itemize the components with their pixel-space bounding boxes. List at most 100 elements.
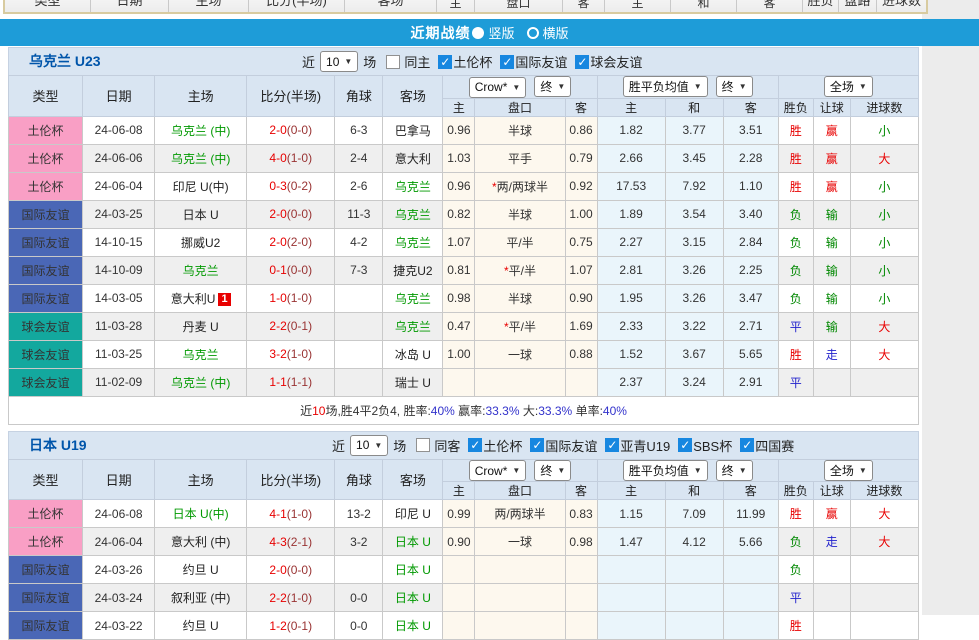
- win-loss-result: 负: [778, 556, 813, 584]
- home-team-link[interactable]: 约旦 U: [183, 619, 219, 633]
- corner-count: [335, 368, 383, 396]
- competition-checkbox-4[interactable]: ✓: [740, 438, 754, 452]
- half-time-score: (0-0): [287, 263, 312, 277]
- same-home-checkbox[interactable]: [386, 55, 400, 69]
- full-time-score: 2-0: [269, 123, 286, 137]
- away-team-link[interactable]: 乌克兰: [395, 208, 431, 222]
- handicap-result: [813, 612, 850, 640]
- win-loss-result: 胜: [778, 612, 813, 640]
- horizontal-layout-radio[interactable]: [527, 27, 539, 39]
- away-team-link[interactable]: 日本 U: [395, 563, 431, 577]
- handicap-result: 赢: [813, 116, 850, 144]
- handicap-result: [813, 368, 850, 396]
- competition-checkbox-0[interactable]: ✓: [468, 438, 482, 452]
- euro-draw-odds: 3.45: [665, 144, 723, 172]
- competition-checkbox-1[interactable]: ✓: [530, 438, 544, 452]
- vertical-layout-radio[interactable]: [472, 27, 484, 39]
- competition-type[interactable]: 国际友谊: [9, 556, 83, 584]
- handicap-result: 走: [813, 340, 850, 368]
- away-team-link[interactable]: 意大利: [395, 152, 431, 166]
- score: 2-2(1-0): [247, 584, 335, 612]
- home-team-link[interactable]: 日本 U(中): [173, 507, 229, 521]
- home-team-link[interactable]: 乌克兰 (中): [171, 124, 230, 138]
- away-team-link[interactable]: 冰岛 U: [395, 348, 431, 362]
- bookmaker-time-select[interactable]: 终▼: [534, 76, 571, 97]
- column-subheader: 进球数: [850, 482, 918, 500]
- competition-type[interactable]: 球会友谊: [9, 312, 83, 340]
- euro-away-odds: 1.10: [723, 172, 778, 200]
- away-team-link[interactable]: 日本 U: [395, 535, 431, 549]
- column-subheader: 主: [597, 482, 665, 500]
- away-team: 巴拿马: [383, 116, 443, 144]
- competition-checkbox-1[interactable]: ✓: [500, 55, 514, 69]
- competition-type[interactable]: 土伦杯: [9, 172, 83, 200]
- competition-type[interactable]: 国际友谊: [9, 200, 83, 228]
- column-header: 比分(半场): [247, 76, 335, 117]
- horizontal-layout-label[interactable]: 横版: [543, 23, 569, 42]
- competition-type[interactable]: 国际友谊: [9, 612, 83, 640]
- away-team-link[interactable]: 捷克U2: [393, 264, 432, 278]
- win-loss-result: 胜: [778, 500, 813, 528]
- competition-type[interactable]: 国际友谊: [9, 228, 83, 256]
- bookmaker-select[interactable]: Crow*▼: [469, 460, 527, 481]
- competition-checkbox-2[interactable]: ✓: [605, 438, 619, 452]
- away-team-link[interactable]: 日本 U: [395, 591, 431, 605]
- home-team-link[interactable]: 意大利 (中): [171, 535, 230, 549]
- home-team-link[interactable]: 叙利亚 (中): [171, 591, 230, 605]
- competition-type[interactable]: 土伦杯: [9, 500, 83, 528]
- recent-count-select[interactable]: 10▼: [350, 435, 388, 456]
- competition-type[interactable]: 国际友谊: [9, 256, 83, 284]
- half-time-score: (1-0): [287, 291, 312, 305]
- home-team-link[interactable]: 日本 U: [183, 208, 219, 222]
- away-team-link[interactable]: 瑞士 U: [395, 376, 431, 390]
- full-time-score: 1-1: [269, 375, 286, 389]
- competition-type[interactable]: 国际友谊: [9, 284, 83, 312]
- match-row: 土伦杯24-06-04意大利 (中)4-3(2-1)3-2日本 U0.90一球0…: [9, 528, 919, 556]
- competition-checkbox-0[interactable]: ✓: [438, 55, 452, 69]
- home-team-link[interactable]: 约旦 U: [183, 563, 219, 577]
- competition-type[interactable]: 国际友谊: [9, 584, 83, 612]
- competition-type[interactable]: 土伦杯: [9, 116, 83, 144]
- competition-type[interactable]: 土伦杯: [9, 528, 83, 556]
- match-row: 球会友谊11-03-25乌克兰3-2(1-0)冰岛 U1.00一球0.881.5…: [9, 340, 919, 368]
- competition-type[interactable]: 球会友谊: [9, 340, 83, 368]
- away-team-link[interactable]: 乌克兰: [395, 292, 431, 306]
- summary-part: 40%: [431, 404, 455, 418]
- scope-select[interactable]: 全场▼: [824, 76, 873, 97]
- competition-checkbox-3[interactable]: ✓: [678, 438, 692, 452]
- odds-type-select[interactable]: 胜平负均值▼: [623, 76, 708, 97]
- vertical-layout-label[interactable]: 竖版: [488, 23, 514, 42]
- recent-count-select[interactable]: 10▼: [320, 51, 358, 72]
- away-team-link[interactable]: 乌克兰: [395, 236, 431, 250]
- home-team-link[interactable]: 乌克兰: [183, 264, 219, 278]
- competition-type[interactable]: 土伦杯: [9, 144, 83, 172]
- home-team-link[interactable]: 印尼 U(中): [173, 180, 229, 194]
- bookmaker-select[interactable]: Crow*▼: [469, 77, 527, 98]
- odds-type-select[interactable]: 胜平负均值▼: [623, 460, 708, 481]
- match-date: 24-06-04: [83, 172, 155, 200]
- bookmaker-time-select[interactable]: 终▼: [534, 460, 571, 481]
- home-team-link[interactable]: 乌克兰 (中): [171, 152, 230, 166]
- asian-odds-group-header: Crow*▼ 终▼: [443, 459, 597, 482]
- home-team-link[interactable]: 乌克兰: [183, 348, 219, 362]
- competition-checkbox-2[interactable]: ✓: [575, 55, 589, 69]
- home-team-link[interactable]: 意大利U: [171, 292, 216, 306]
- odds-time-select[interactable]: 终▼: [716, 460, 753, 481]
- euro-away-odds: 3.40: [723, 200, 778, 228]
- scope-select[interactable]: 全场▼: [824, 460, 873, 481]
- recent-count-select-arrow-icon: ▼: [344, 57, 352, 66]
- away-team-link[interactable]: 乌克兰: [395, 180, 431, 194]
- away-team-link[interactable]: 日本 U: [395, 619, 431, 633]
- away-team-link[interactable]: 巴拿马: [395, 124, 431, 138]
- home-team-link[interactable]: 乌克兰 (中): [171, 376, 230, 390]
- same-away-checkbox[interactable]: [416, 438, 430, 452]
- competition-type[interactable]: 球会友谊: [9, 368, 83, 396]
- match-table: 类型日期主场比分(半场)角球客场Crow*▼终▼胜平负均值▼终▼全场▼主盘口客主…: [8, 75, 919, 425]
- away-team-link[interactable]: 印尼 U: [395, 507, 431, 521]
- home-team-link[interactable]: 挪威U2: [181, 236, 220, 250]
- odds-time-select[interactable]: 终▼: [716, 76, 753, 97]
- odds-time-select-arrow-icon: ▼: [739, 82, 747, 91]
- away-team-link[interactable]: 乌克兰: [395, 320, 431, 334]
- home-team-link[interactable]: 丹麦 U: [183, 320, 219, 334]
- full-time-score: 1-2: [269, 619, 286, 633]
